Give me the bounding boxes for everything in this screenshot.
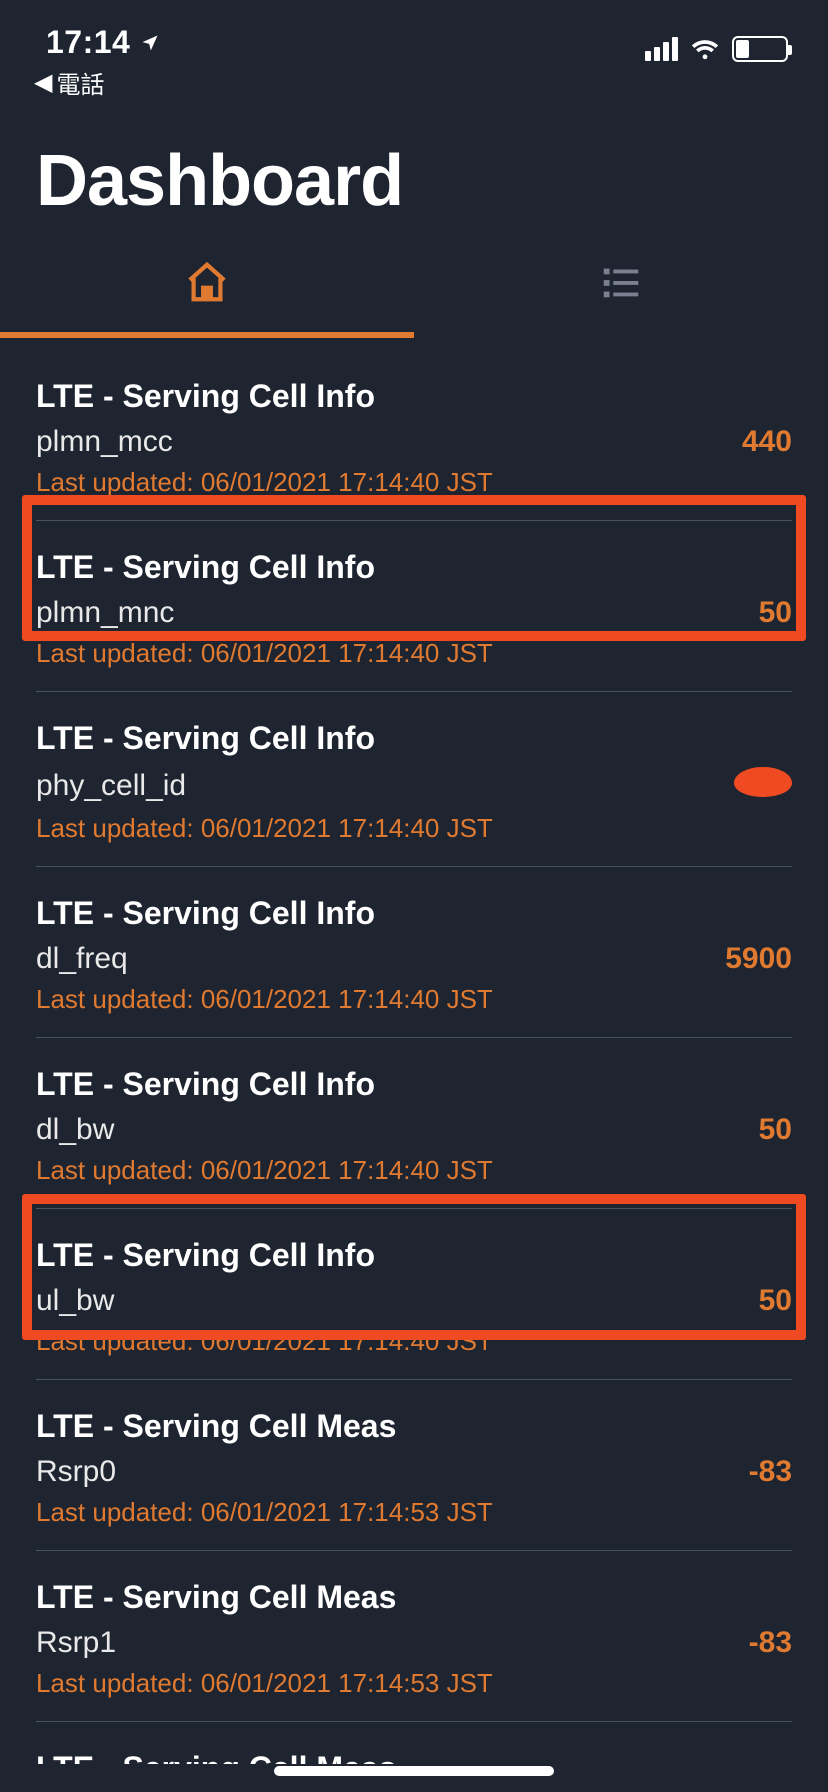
home-icon xyxy=(184,259,230,305)
item-category: LTE - Serving Cell Info xyxy=(36,720,792,757)
item-category: LTE - Serving Cell Info xyxy=(36,1237,792,1274)
item-value: 50 xyxy=(759,1113,792,1147)
item-category: LTE - Serving Cell Info xyxy=(36,895,792,932)
tab-bar xyxy=(0,232,828,332)
item-updated: Last updated: 06/01/2021 17:14:40 JST xyxy=(36,1326,792,1357)
home-indicator[interactable] xyxy=(274,1766,554,1776)
list-item-cutoff[interactable]: LTE - Serving Cell Meas xyxy=(36,1722,792,1764)
list-item[interactable]: LTE - Serving Cell Info dl_freq 5900 Las… xyxy=(36,867,792,1038)
item-updated: Last updated: 06/01/2021 17:14:40 JST xyxy=(36,984,792,1015)
status-time: 17:14 xyxy=(46,24,130,61)
back-to-app[interactable]: ◀ 電話 xyxy=(34,65,160,100)
item-value: 50 xyxy=(759,1284,792,1318)
item-category: LTE - Serving Cell Meas xyxy=(36,1750,792,1764)
list-item[interactable]: LTE - Serving Cell Info ul_bw 50 Last up… xyxy=(36,1209,792,1380)
battery-icon xyxy=(732,36,788,62)
redaction-blob xyxy=(734,767,792,797)
list-item[interactable]: LTE - Serving Cell Meas Rsrp1 -83 Last u… xyxy=(36,1551,792,1722)
item-param: plmn_mcc xyxy=(36,425,173,459)
list-item[interactable]: LTE - Serving Cell Info phy_cell_id Last… xyxy=(36,692,792,867)
item-category: LTE - Serving Cell Info xyxy=(36,378,792,415)
item-updated: Last updated: 06/01/2021 17:14:40 JST xyxy=(36,467,792,498)
back-caret-icon: ◀ xyxy=(34,71,52,95)
wifi-icon xyxy=(690,37,720,61)
status-bar-left: 17:14 ◀ 電話 xyxy=(46,24,160,100)
item-category: LTE - Serving Cell Meas xyxy=(36,1408,792,1445)
item-updated: Last updated: 06/01/2021 17:14:53 JST xyxy=(36,1497,792,1528)
item-updated: Last updated: 06/01/2021 17:14:53 JST xyxy=(36,1668,792,1699)
item-param: Rsrp0 xyxy=(36,1455,116,1489)
item-value: -83 xyxy=(749,1626,792,1660)
item-param: ul_bw xyxy=(36,1284,114,1318)
item-category: LTE - Serving Cell Meas xyxy=(36,1579,792,1616)
list-item[interactable]: LTE - Serving Cell Info dl_bw 50 Last up… xyxy=(36,1038,792,1209)
list-item[interactable]: LTE - Serving Cell Info plmn_mcc 440 Las… xyxy=(36,338,792,521)
item-value: 50 xyxy=(759,596,792,630)
item-param: dl_freq xyxy=(36,942,128,976)
tab-list[interactable] xyxy=(414,232,828,332)
item-param: dl_bw xyxy=(36,1113,114,1147)
location-icon xyxy=(140,33,160,53)
item-value: 5900 xyxy=(725,942,792,976)
item-updated: Last updated: 06/01/2021 17:14:40 JST xyxy=(36,813,792,844)
item-updated: Last updated: 06/01/2021 17:14:40 JST xyxy=(36,638,792,669)
item-updated: Last updated: 06/01/2021 17:14:40 JST xyxy=(36,1155,792,1186)
item-param: phy_cell_id xyxy=(36,769,186,803)
page-title: Dashboard xyxy=(36,140,828,222)
back-app-label: 電話 xyxy=(56,65,104,100)
item-value: 440 xyxy=(742,425,792,459)
status-bar: 17:14 ◀ 電話 xyxy=(0,0,828,90)
tab-home[interactable] xyxy=(0,232,414,332)
item-category: LTE - Serving Cell Info xyxy=(36,1066,792,1103)
metrics-list[interactable]: LTE - Serving Cell Info plmn_mcc 440 Las… xyxy=(0,338,828,1764)
item-value: -83 xyxy=(749,1455,792,1489)
item-param: plmn_mnc xyxy=(36,596,174,630)
list-item[interactable]: LTE - Serving Cell Meas Rsrp0 -83 Last u… xyxy=(36,1380,792,1551)
item-value-redacted xyxy=(734,767,792,805)
item-category: LTE - Serving Cell Info xyxy=(36,549,792,586)
list-item[interactable]: LTE - Serving Cell Info plmn_mnc 50 Last… xyxy=(36,521,792,692)
cellular-signal-icon xyxy=(645,37,678,61)
status-bar-right xyxy=(645,24,788,62)
list-icon xyxy=(598,259,644,305)
item-param: Rsrp1 xyxy=(36,1626,116,1660)
